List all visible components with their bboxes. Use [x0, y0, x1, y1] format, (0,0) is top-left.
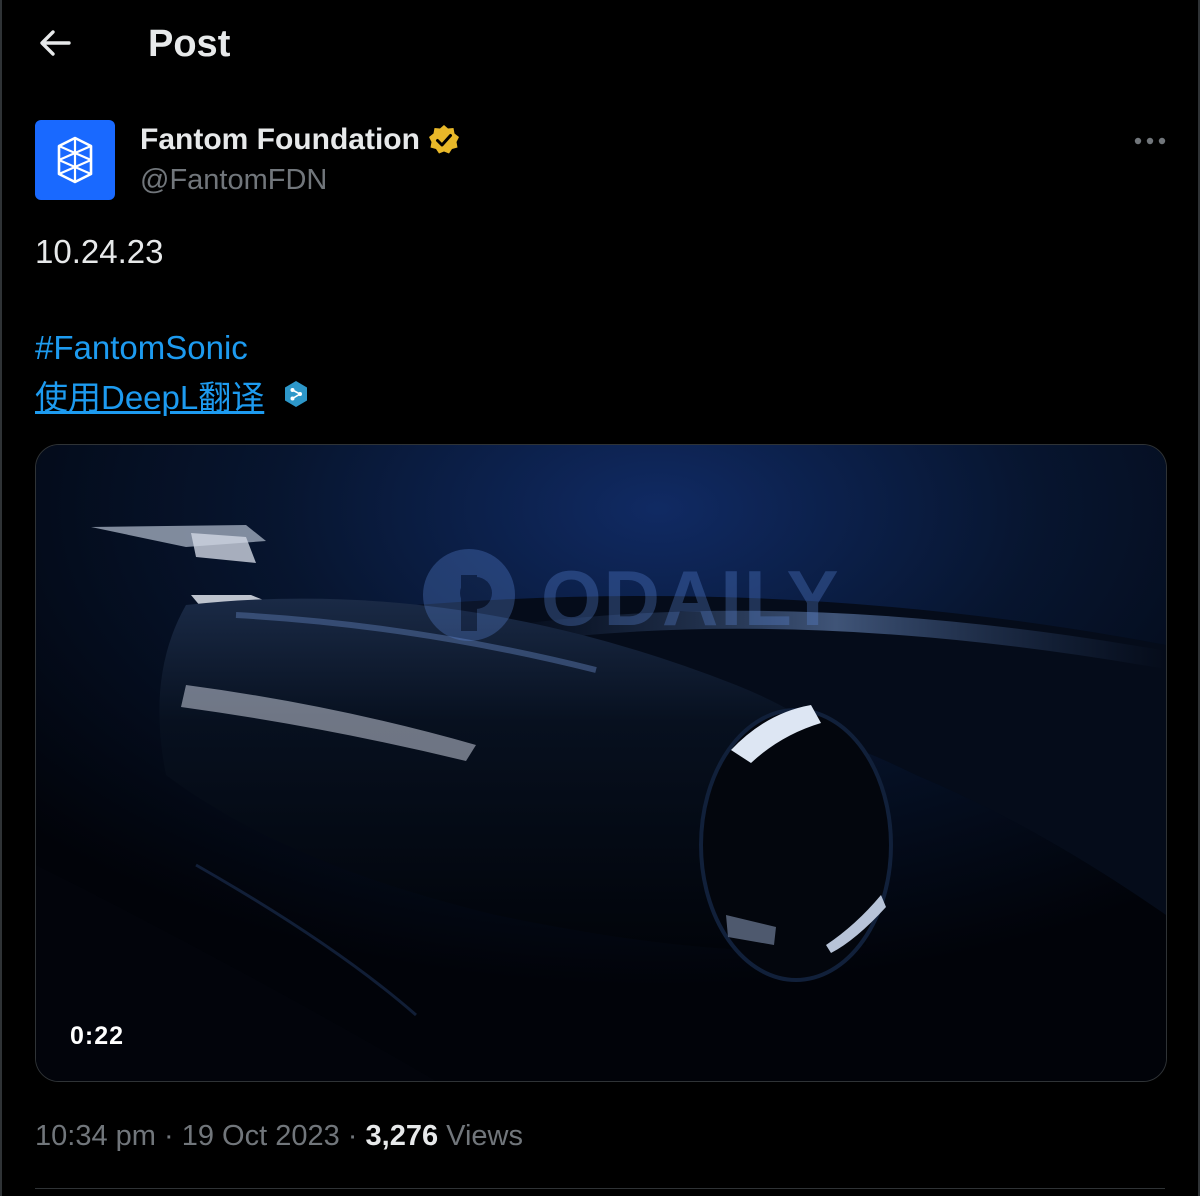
odaily-watermark: ODAILY: [423, 549, 841, 642]
post-date[interactable]: 19 Oct 2023: [182, 1120, 340, 1152]
separator: ·: [347, 1120, 358, 1152]
translate-link[interactable]: 使用DeepL翻译: [35, 378, 264, 418]
watermark-text: ODAILY: [541, 554, 841, 642]
post-meta: 10:34 pm · 19 Oct 2023 · 3,276 Views: [35, 1116, 523, 1156]
views-count[interactable]: 3,276: [366, 1120, 439, 1152]
fantom-logo-icon: [57, 136, 93, 184]
author-name[interactable]: Fantom Foundation: [140, 122, 420, 158]
post-header: Post: [0, 0, 1200, 90]
arrow-left-icon: [40, 30, 71, 56]
author-handle[interactable]: @FantomFDN: [140, 162, 327, 198]
back-button[interactable]: [30, 22, 80, 64]
verified-badge-icon[interactable]: [428, 124, 460, 156]
video-player[interactable]: ODAILY: [35, 444, 1167, 1082]
left-border: [0, 0, 2, 1196]
separator: ·: [163, 1120, 174, 1152]
more-horizontal-icon: [1134, 137, 1166, 145]
post-time[interactable]: 10:34 pm: [35, 1120, 156, 1152]
video-duration: 0:22: [70, 1022, 125, 1050]
deepl-icon[interactable]: [283, 380, 309, 410]
more-options-button[interactable]: [1128, 124, 1172, 158]
hashtag-link[interactable]: #FantomSonic: [35, 328, 248, 368]
views-label[interactable]: Views: [446, 1120, 523, 1152]
post-text: 10.24.23: [35, 233, 164, 270]
divider: [35, 1188, 1165, 1189]
page-title: Post: [148, 23, 231, 65]
video-thumbnail: ODAILY: [36, 445, 1166, 1081]
avatar[interactable]: [35, 120, 115, 200]
